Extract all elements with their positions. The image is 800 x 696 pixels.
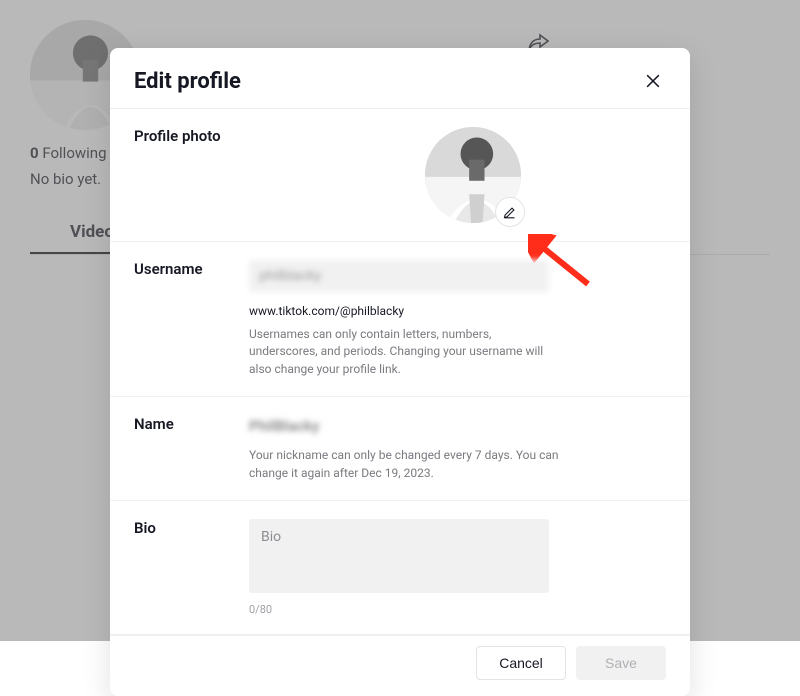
- bio-textarea[interactable]: [249, 519, 549, 593]
- name-value[interactable]: PhilBlacky: [249, 415, 666, 439]
- name-help: Your nickname can only be changed every …: [249, 447, 559, 482]
- modal-footer: Cancel Save: [110, 635, 690, 684]
- name-label: Name: [134, 415, 249, 482]
- username-label: Username: [134, 260, 249, 378]
- edit-photo-button[interactable]: [495, 197, 525, 227]
- modal-header: Edit profile: [110, 48, 690, 109]
- modal-title: Edit profile: [134, 69, 241, 94]
- close-button[interactable]: [640, 68, 666, 94]
- bio-label: Bio: [134, 519, 249, 616]
- bio-char-count: 0/80: [249, 603, 666, 616]
- edit-profile-modal: Edit profile Profile photo: [110, 48, 690, 696]
- close-icon: [643, 71, 663, 91]
- username-help: Usernames can only contain letters, numb…: [249, 326, 559, 378]
- section-username: Username philblacky www.tiktok.com/@phil…: [110, 242, 690, 397]
- pencil-icon: [502, 205, 517, 220]
- photo-label: Profile photo: [134, 127, 249, 223]
- photo-wrap: [425, 127, 521, 223]
- username-input[interactable]: philblacky: [249, 260, 549, 292]
- section-profile-photo: Profile photo: [110, 109, 690, 242]
- username-url: www.tiktok.com/@philblacky: [249, 304, 666, 318]
- section-name: Name PhilBlacky Your nickname can only b…: [110, 397, 690, 501]
- section-bio: Bio 0/80: [110, 501, 690, 635]
- cancel-button[interactable]: Cancel: [476, 646, 566, 680]
- save-button[interactable]: Save: [576, 646, 666, 680]
